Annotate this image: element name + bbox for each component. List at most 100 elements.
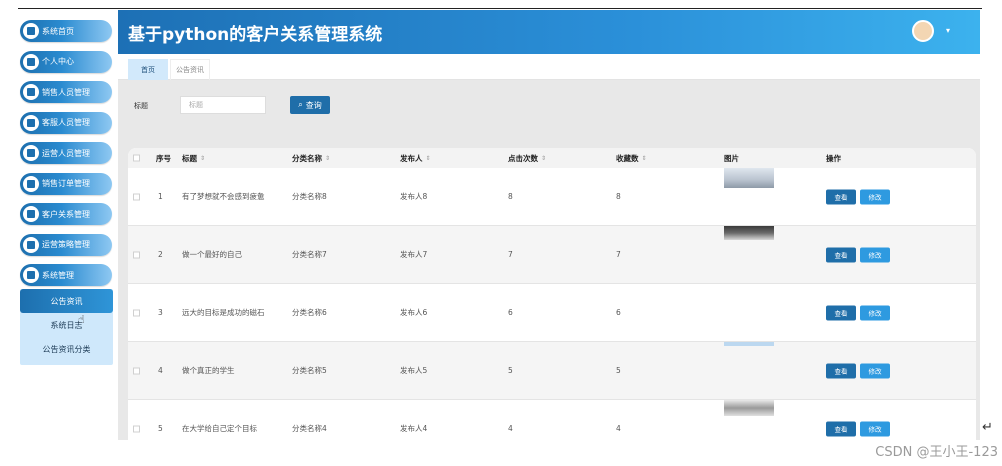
badge-icon <box>23 175 39 192</box>
row-category: 分类名称5 <box>292 366 327 375</box>
people-icon <box>23 206 39 222</box>
sidebar-item-home[interactable]: 系统首页 <box>20 20 112 42</box>
row-clicks: 7 <box>508 250 513 259</box>
row-title: 做个真正的学生 <box>182 366 235 375</box>
edit-button[interactable]: 修改 <box>860 305 890 320</box>
sidebar-item-label: 销售订单管理 <box>42 179 90 188</box>
row-thumbnail <box>724 168 774 188</box>
top-divider <box>18 8 982 9</box>
sidebar-item-label: 运营人员管理 <box>42 148 90 158</box>
row-checkbox[interactable] <box>133 193 140 200</box>
view-button[interactable]: 查看 <box>826 247 856 262</box>
sidebar-item-system-management[interactable]: 系统管理 <box>20 264 112 286</box>
sidebar-item-label: 个人中心 <box>42 57 74 66</box>
app-root: 系统首页 个人中心 销售人员管理 客服人员管理 运营人员管理 销售订单管理 客户… <box>0 0 1002 466</box>
sidebar-item-sales-staff[interactable]: 销售人员管理 <box>20 81 112 103</box>
header-category[interactable]: 分类名称 ⇕ <box>292 148 330 168</box>
return-arrow-icon: ↵ <box>982 420 993 435</box>
sidebar: 系统首页 个人中心 销售人员管理 客服人员管理 运营人员管理 销售订单管理 客户… <box>20 20 116 295</box>
row-thumbnail <box>724 400 774 416</box>
sidebar-item-sales-orders[interactable]: 销售订单管理 <box>20 172 112 195</box>
row-favorites: 7 <box>616 250 621 259</box>
search-button[interactable]: ⌕ 查询 <box>290 96 330 114</box>
tab-bar: 首页 公告资讯 <box>118 54 980 80</box>
top-header: 基于python的客户关系管理系统 ▾ <box>118 10 980 54</box>
search-input[interactable]: 标题 <box>180 96 266 114</box>
header-image: 图片 <box>724 153 739 163</box>
row-category: 分类名称7 <box>292 250 327 259</box>
row-title: 有了梦想就不会感到疲惫 <box>182 192 265 201</box>
edit-button[interactable]: 修改 <box>860 247 890 262</box>
table-row: 4 做个真正的学生 分类名称5 发布人5 5 5 查看 修改 <box>128 342 976 400</box>
system-submenu: 公告资讯 系统日志 公告资讯分类 <box>20 289 113 365</box>
row-clicks: 8 <box>508 192 513 201</box>
submenu-item-announcement-categories[interactable]: 公告资讯分类 <box>20 337 113 361</box>
row-publisher: 发布人6 <box>400 308 428 317</box>
table-row: 3 远大的目标是成功的磁石 分类名称6 发布人6 6 6 查看 修改 <box>128 284 976 342</box>
avatar[interactable] <box>912 20 934 42</box>
view-button[interactable]: 查看 <box>826 189 856 204</box>
header-index: 序号 <box>156 153 171 163</box>
user-card-icon <box>23 53 39 70</box>
row-clicks: 5 <box>508 366 513 375</box>
tab-announcements[interactable]: 公告资讯 <box>170 59 210 80</box>
watermark: CSDN @王小王-123 <box>875 445 998 460</box>
table-row: 2 做一个最好的自己 分类名称7 发布人7 7 7 查看 修改 <box>128 226 976 284</box>
select-all-checkbox[interactable] <box>133 154 140 162</box>
sidebar-item-label: 客服人员管理 <box>42 118 90 127</box>
edit-button[interactable]: 修改 <box>860 189 890 204</box>
row-category: 分类名称8 <box>292 192 327 201</box>
strategy-icon <box>23 236 39 253</box>
submenu-item-announcements[interactable]: 公告资讯 <box>20 289 113 313</box>
chevron-down-icon[interactable]: ▾ <box>946 26 950 35</box>
sidebar-item-service-staff[interactable]: 客服人员管理 <box>20 111 112 134</box>
sidebar-item-operations-staff[interactable]: 运营人员管理 <box>20 142 112 164</box>
header-publisher[interactable]: 发布人 ⇕ <box>400 148 431 168</box>
tab-home[interactable]: 首页 <box>128 59 168 80</box>
view-button[interactable]: 查看 <box>826 363 856 378</box>
sidebar-item-personal-center[interactable]: 个人中心 <box>20 50 112 73</box>
row-checkbox[interactable] <box>133 309 140 316</box>
row-favorites: 4 <box>616 424 621 433</box>
row-favorites: 8 <box>616 192 621 201</box>
submenu-item-system-log[interactable]: 系统日志 <box>20 313 113 337</box>
announcement-table: 序号 标题 ⇕ 分类名称 ⇕ 发布人 ⇕ 点击次数 ⇕ 收藏数 ⇕ 图片 操作 1 有了梦… <box>128 148 976 440</box>
sidebar-item-label: 系统管理 <box>42 270 74 280</box>
sidebar-item-label: 销售人员管理 <box>42 87 90 97</box>
sidebar-item-label: 运营策略管理 <box>42 240 90 249</box>
header-clicks[interactable]: 点击次数 ⇕ <box>508 148 546 168</box>
main-content: 标题 标题 ⌕ 查询 序号 标题 ⇕ 分类名称 ⇕ 发布人 ⇕ 点击次数 ⇕ 收藏数 ⇕ 图… <box>118 80 980 440</box>
search-button-label: 查询 <box>305 100 322 110</box>
row-checkbox[interactable] <box>133 251 140 258</box>
row-publisher: 发布人4 <box>400 424 428 433</box>
row-clicks: 4 <box>508 424 513 433</box>
header-actions: 操作 <box>826 153 841 163</box>
row-checkbox[interactable] <box>133 367 140 374</box>
row-favorites: 5 <box>616 366 621 375</box>
row-clicks: 6 <box>508 308 513 317</box>
sidebar-item-customer-relations[interactable]: 客户关系管理 <box>20 203 112 225</box>
header-title[interactable]: 标题 ⇕ <box>182 148 205 168</box>
row-index: 1 <box>158 192 163 201</box>
table-row: 1 有了梦想就不会感到疲惫 分类名称8 发布人8 8 8 查看 修改 <box>128 168 976 226</box>
chat-icon <box>23 114 39 131</box>
edit-button[interactable]: 修改 <box>860 363 890 378</box>
header-favorites[interactable]: 收藏数 ⇕ <box>616 148 647 168</box>
building-icon <box>23 145 39 161</box>
edit-button[interactable]: 修改 <box>860 421 890 436</box>
row-index: 4 <box>158 366 163 375</box>
row-publisher: 发布人8 <box>400 192 428 201</box>
row-category: 分类名称6 <box>292 308 327 317</box>
row-title: 做一个最好的自己 <box>182 250 242 259</box>
row-title: 在大学给自己定个目标 <box>182 424 257 433</box>
row-publisher: 发布人5 <box>400 366 428 375</box>
row-favorites: 6 <box>616 308 621 317</box>
view-button[interactable]: 查看 <box>826 421 856 436</box>
table-header: 序号 标题 ⇕ 分类名称 ⇕ 发布人 ⇕ 点击次数 ⇕ 收藏数 ⇕ 图片 操作 <box>128 148 976 168</box>
sidebar-item-operations-strategy[interactable]: 运营策略管理 <box>20 233 112 256</box>
row-checkbox[interactable] <box>133 425 140 432</box>
row-index: 3 <box>158 308 163 317</box>
row-index: 2 <box>158 250 163 259</box>
row-category: 分类名称4 <box>292 424 327 433</box>
view-button[interactable]: 查看 <box>826 305 856 320</box>
